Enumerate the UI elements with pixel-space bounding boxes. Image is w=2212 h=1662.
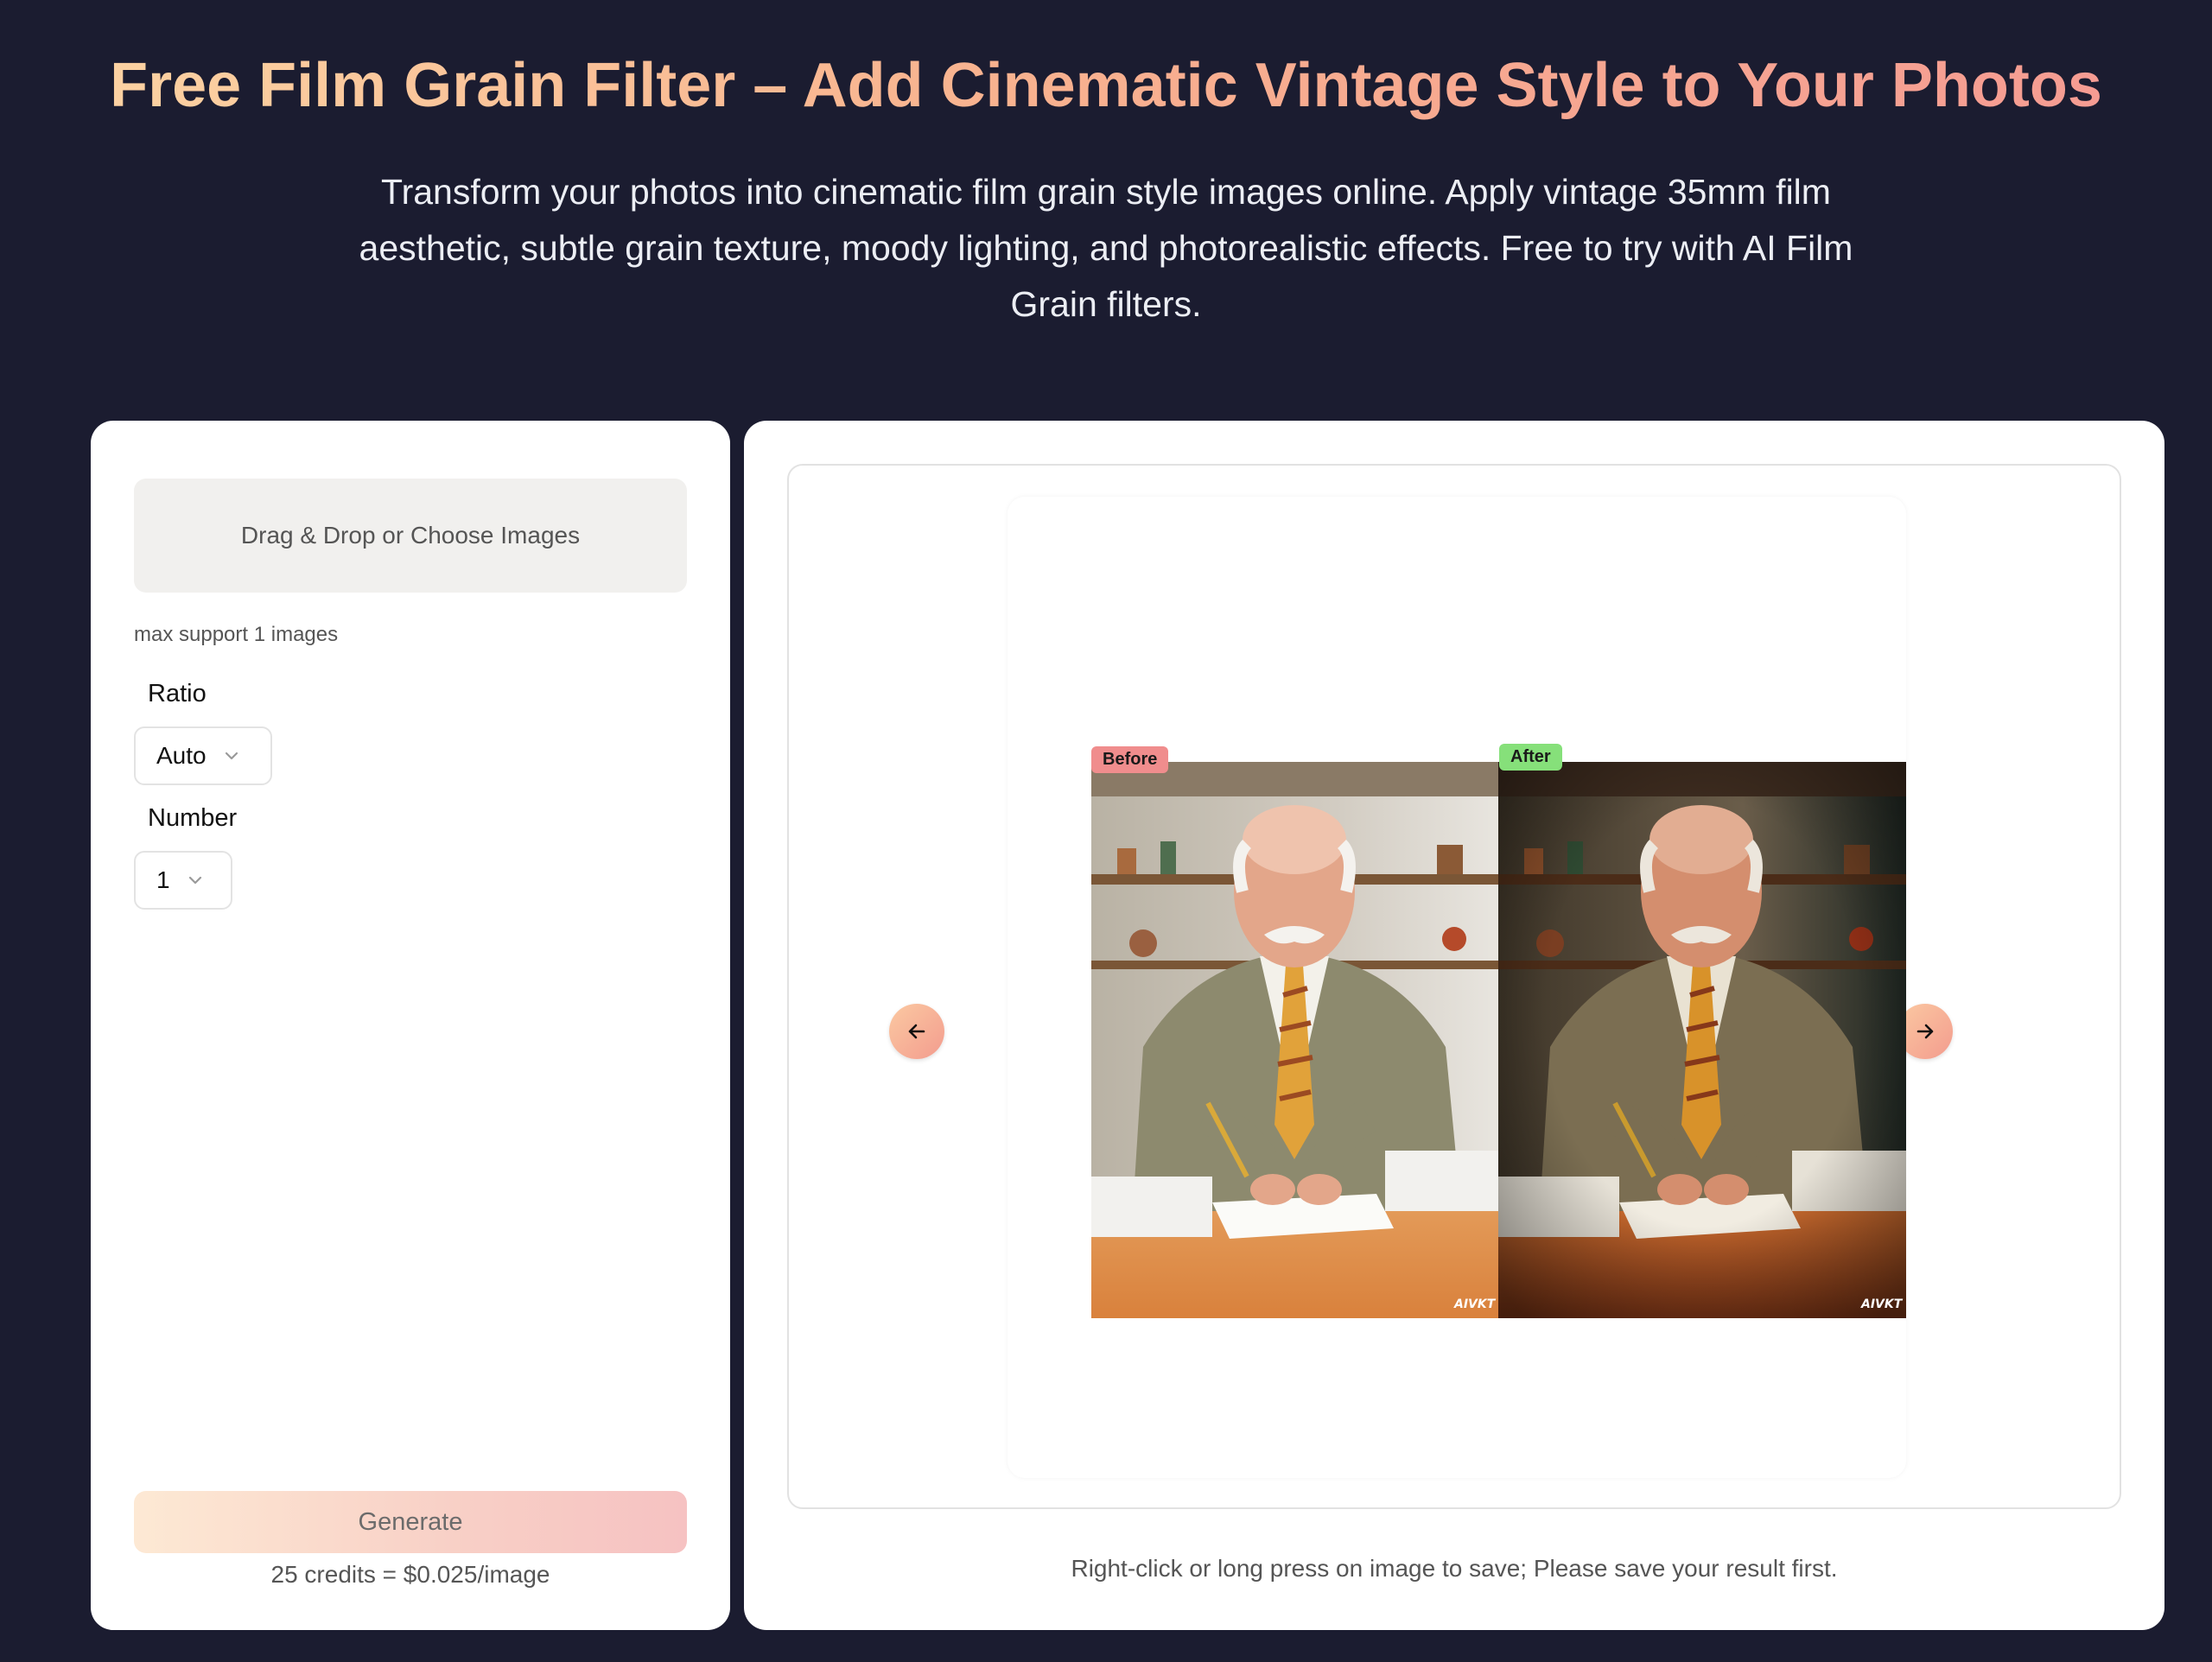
number-select[interactable]: 1: [134, 851, 232, 910]
ratio-label: Ratio: [148, 680, 207, 707]
generate-button[interactable]: Generate: [134, 1491, 687, 1553]
chevron-down-icon: [222, 746, 241, 765]
upload-hint: max support 1 images: [134, 623, 339, 646]
settings-panel: Drag & Drop or Choose Images max support…: [91, 421, 730, 1630]
previous-button[interactable]: [889, 1004, 944, 1059]
watermark-after: AIVKT: [1860, 1297, 1904, 1311]
ratio-select[interactable]: Auto: [134, 726, 272, 785]
preview-frame: AIVKT AIVKT Before After: [787, 464, 2121, 1509]
page-title: Free Film Grain Filter – Add Cinematic V…: [0, 48, 2212, 123]
after-badge: After: [1499, 744, 1562, 771]
before-badge: Before: [1091, 746, 1169, 773]
arrow-left-icon: [905, 1019, 929, 1044]
number-label: Number: [148, 804, 238, 832]
credits-info: 25 credits = $0.025/image: [270, 1561, 550, 1588]
ratio-select-value: Auto: [156, 742, 207, 769]
image-dropzone[interactable]: Drag & Drop or Choose Images: [134, 479, 687, 593]
chevron-down-icon: [186, 871, 205, 890]
before-image: AIVKT: [1091, 762, 1498, 1318]
preview-panel: AIVKT AIVKT Before After Right-click or …: [744, 421, 2164, 1630]
before-after-comparison[interactable]: AIVKT AIVKT Before After: [1091, 744, 1906, 1318]
watermark-before: AIVKT: [1453, 1297, 1497, 1311]
after-image: AIVKT: [1498, 762, 1906, 1318]
arrow-right-icon: [1913, 1019, 1937, 1044]
save-instructions: Right-click or long press on image to sa…: [1071, 1555, 1838, 1582]
page-description: Transform your photos into cinematic fil…: [359, 172, 1853, 324]
number-select-value: 1: [156, 866, 170, 893]
